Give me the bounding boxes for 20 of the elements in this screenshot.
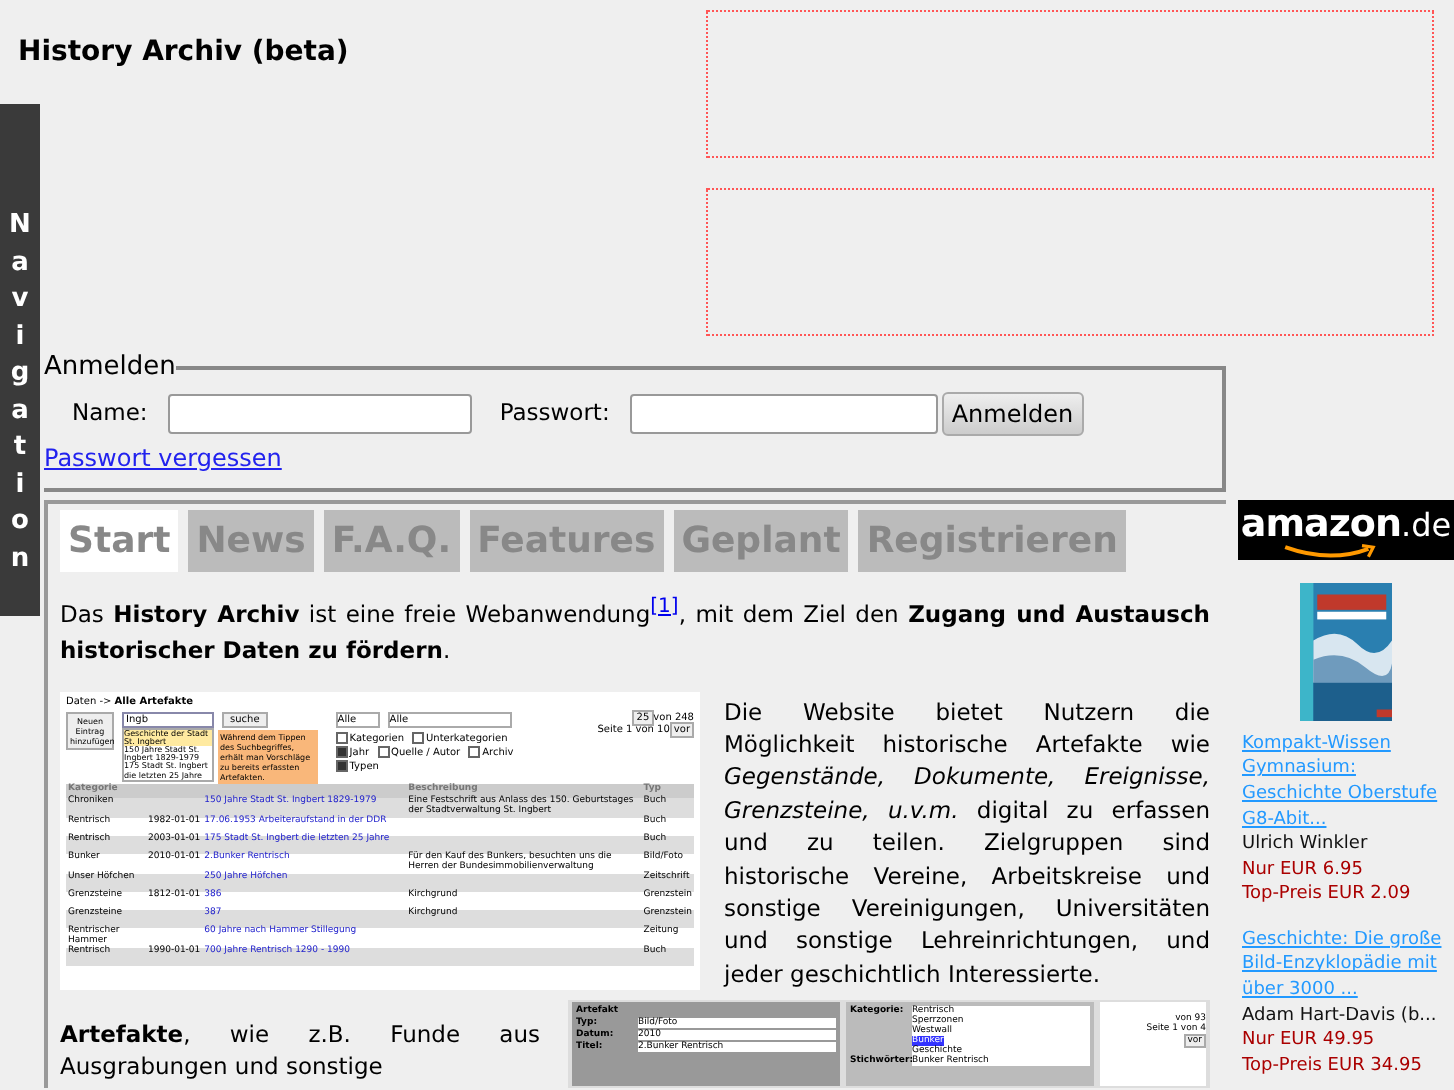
password-label: Passwort:: [499, 398, 610, 426]
tab[interactable]: Start: [60, 509, 179, 572]
product-top-price: Top-Preis EUR 2.09: [1242, 882, 1413, 908]
name-field[interactable]: [167, 393, 472, 434]
name-label: Name:: [72, 398, 148, 426]
description-paragraph: Die Website bietet Nutzern die Möglichkeit historische Artefakte wie Gegenstände, Dokumente, Ereignisse, Grenzsteine, u.v.m. digital zu erfassen und zu teilen. Zielgruppen sind historische Vereine, Arbeitskreise und sonstige Vereinigungen, Universitäten und sonstige Lehreinrichtungen, und jeder geschichtlich Interessierte.: [724, 695, 1210, 991]
navigation-tab[interactable]: Navigation: [0, 104, 40, 616]
login-button[interactable]: Anmelden: [941, 391, 1084, 436]
password-field[interactable]: [629, 393, 938, 434]
product-author: Adam Hart-Davis (b...: [1242, 1003, 1439, 1029]
artefacts-paragraph: Artefakte, wie z.B. Funde aus Ausgrabungen und sonstige: [60, 1017, 540, 1084]
product-top-price: Top-Preis EUR 34.95: [1242, 1053, 1424, 1079]
site-title: History Archiv (beta): [18, 36, 349, 68]
product-price: Nur EUR 6.95: [1242, 857, 1365, 883]
intro-paragraph: Das History Archiv ist eine freie Webanwendung$^{[1]}$, mit dem Ziel den Zugang und Austausch historischer Daten zu fördern.: [60, 593, 1210, 668]
product-author: Ulrich Winkler: [1242, 832, 1370, 858]
product-price: Nur EUR 49.95: [1242, 1028, 1377, 1054]
login-legend: Anmelden: [44, 352, 176, 382]
forgot-password-link[interactable]: Passwort vergessen: [44, 443, 282, 472]
amazon-logo[interactable]: amazon.de: [1238, 499, 1454, 560]
